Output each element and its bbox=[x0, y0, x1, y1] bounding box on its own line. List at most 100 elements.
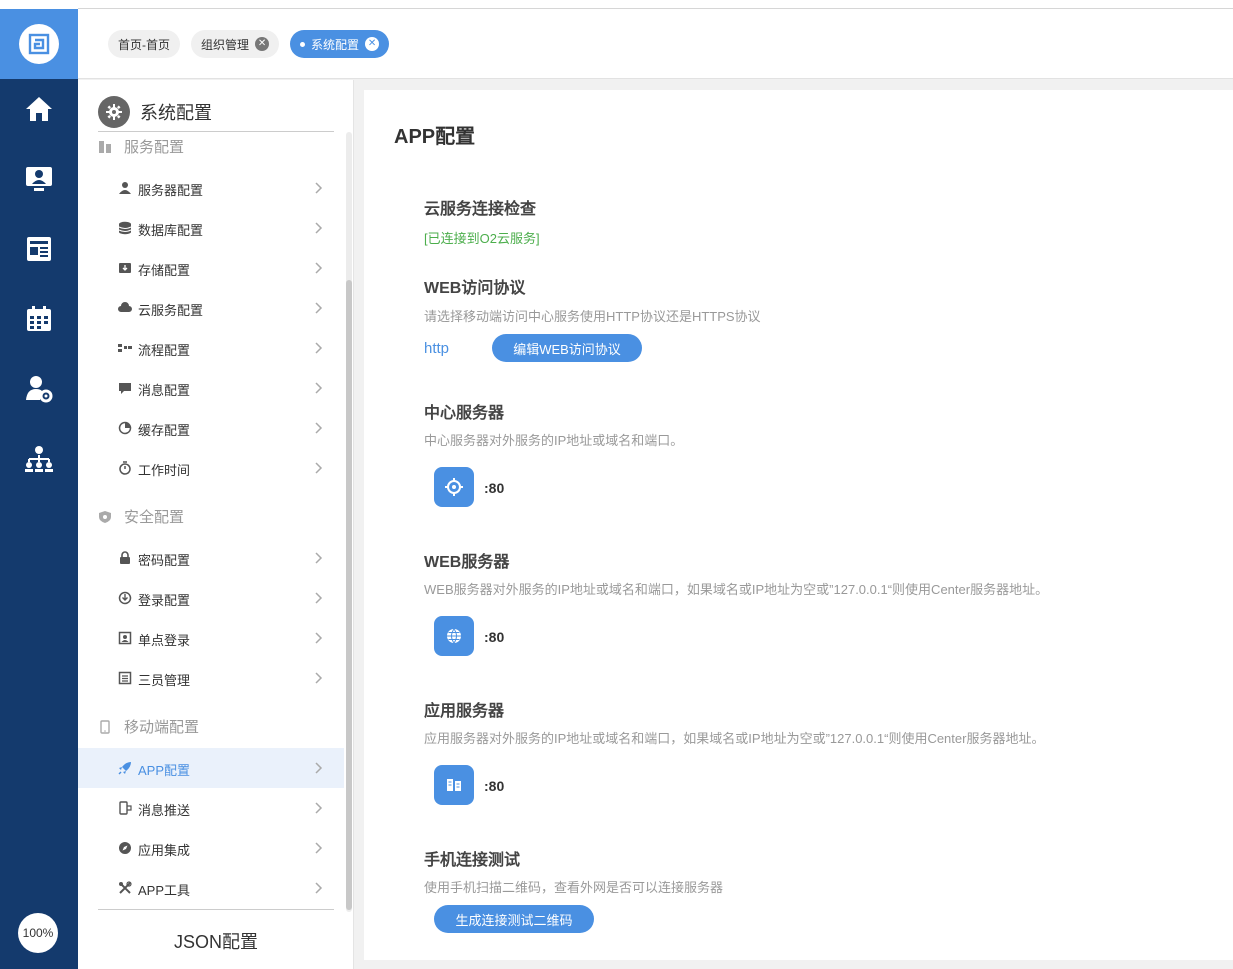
login-icon bbox=[118, 591, 132, 605]
sidebar-item-login-config[interactable]: 登录配置 bbox=[78, 578, 344, 618]
list-icon bbox=[118, 671, 132, 685]
page-title: APP配置 bbox=[394, 126, 476, 148]
close-icon[interactable]: ✕ bbox=[365, 37, 380, 51]
server-icon[interactable] bbox=[434, 765, 474, 805]
app-logo-icon bbox=[19, 24, 59, 64]
chevron-right-icon bbox=[315, 672, 323, 684]
sidebar-item-app-integration[interactable]: 应用集成 bbox=[78, 828, 344, 868]
web-protocol-value: http bbox=[424, 340, 450, 357]
json-config-link[interactable]: JSON配置 bbox=[78, 928, 354, 954]
monitor-user-icon[interactable] bbox=[19, 159, 59, 199]
chevron-right-icon bbox=[315, 552, 323, 564]
tab-label: 首页-首页 bbox=[118, 37, 170, 52]
cloud-check-title: 云服务连接检查 bbox=[424, 201, 537, 218]
chevron-right-icon bbox=[315, 302, 323, 314]
tab-org-management[interactable]: 组织管理 ✕ bbox=[191, 30, 280, 58]
sidebar-title: 系统配置 bbox=[140, 103, 212, 123]
compass-icon bbox=[118, 841, 132, 855]
app-server-desc: 应用服务器对外服务的IP地址或域名和端口，如果域名或IP地址为空或”127.0.… bbox=[424, 731, 1045, 746]
globe-icon[interactable] bbox=[434, 616, 474, 656]
chevron-right-icon bbox=[315, 842, 323, 854]
sidebar-item-server-config[interactable]: 服务器配置 bbox=[78, 168, 344, 208]
web-server-desc: WEB服务器对外服务的IP地址或域名和端口，如果域名或IP地址为空或”127.0… bbox=[424, 582, 1049, 597]
mobile-test-title: 手机连接测试 bbox=[424, 852, 521, 869]
web-server-port: :80 bbox=[484, 629, 505, 645]
storage-icon bbox=[118, 261, 132, 275]
chevron-right-icon bbox=[315, 182, 323, 194]
sidebar-item-sso[interactable]: 单点登录 bbox=[78, 618, 344, 658]
timer-icon bbox=[118, 461, 132, 475]
org-chart-icon[interactable] bbox=[19, 439, 59, 479]
left-rail bbox=[0, 0, 78, 969]
news-icon[interactable] bbox=[19, 229, 59, 269]
app-server-title: 应用服务器 bbox=[424, 703, 505, 720]
sidebar-item-storage-config[interactable]: 存储配置 bbox=[78, 248, 344, 288]
cloud-icon bbox=[118, 301, 132, 315]
tab-label: 组织管理 bbox=[201, 37, 250, 52]
chevron-right-icon bbox=[315, 592, 323, 604]
divider bbox=[98, 131, 334, 132]
chevron-right-icon bbox=[315, 262, 323, 274]
mobile-test-desc: 使用手机扫描二维码，查看外网是否可以连接服务器 bbox=[424, 880, 724, 895]
rail-logo-area[interactable] bbox=[0, 9, 78, 79]
sidebar-item-cloud-config[interactable]: 云服务配置 bbox=[78, 288, 344, 328]
chevron-right-icon bbox=[315, 222, 323, 234]
tab-label: 系统配置 bbox=[311, 37, 360, 52]
chevron-right-icon bbox=[315, 802, 323, 814]
tab-home[interactable]: 首页-首页 bbox=[108, 30, 180, 58]
sidebar-item-app-tools[interactable]: APP工具 bbox=[78, 868, 344, 908]
gear-icon bbox=[98, 96, 130, 128]
web-protocol-title: WEB访问协议 bbox=[424, 280, 526, 297]
edit-web-protocol-button[interactable]: 编辑WEB访问协议 bbox=[492, 334, 642, 362]
group-mobile-config: 移动端配置 bbox=[98, 716, 199, 737]
chevron-right-icon bbox=[315, 762, 323, 774]
web-server-title: WEB服务器 bbox=[424, 554, 510, 571]
chevron-right-icon bbox=[315, 882, 323, 894]
sidebar-item-app-config[interactable]: APP配置 bbox=[78, 748, 344, 788]
chevron-right-icon bbox=[315, 632, 323, 644]
pie-icon bbox=[118, 421, 132, 435]
group-service-config: 服务配置 bbox=[98, 136, 184, 157]
close-icon[interactable]: ✕ bbox=[255, 37, 270, 51]
sidebar-item-message-config[interactable]: 消息配置 bbox=[78, 368, 344, 408]
zoom-level-button[interactable]: 100% bbox=[18, 913, 58, 953]
center-server-title: 中心服务器 bbox=[424, 405, 505, 422]
web-protocol-desc: 请选择移动端访问中心服务使用HTTP协议还是HTTPS协议 bbox=[424, 309, 761, 324]
group-security-config: 安全配置 bbox=[98, 506, 184, 527]
scrollbar-thumb[interactable] bbox=[346, 280, 352, 910]
shield-icon bbox=[98, 510, 112, 524]
chevron-right-icon bbox=[315, 422, 323, 434]
phone-push-icon bbox=[118, 801, 132, 815]
sidebar-header: 系统配置 bbox=[98, 96, 212, 128]
server-user-icon bbox=[118, 181, 132, 195]
server-rack-icon bbox=[98, 140, 112, 154]
generate-qrcode-button[interactable]: 生成连接测试二维码 bbox=[434, 905, 594, 933]
sidebar-item-flow-config[interactable]: 流程配置 bbox=[78, 328, 344, 368]
sidebar-item-three-admin[interactable]: 三员管理 bbox=[78, 658, 344, 698]
calendar-icon[interactable] bbox=[19, 299, 59, 339]
database-icon bbox=[118, 221, 132, 235]
rocket-icon bbox=[118, 761, 132, 775]
window-top-strip bbox=[78, 0, 1233, 9]
tools-icon bbox=[118, 881, 132, 895]
tab-system-config[interactable]: 系统配置 ✕ bbox=[290, 30, 390, 58]
chevron-right-icon bbox=[315, 462, 323, 474]
sidebar-item-message-push[interactable]: 消息推送 bbox=[78, 788, 344, 828]
center-server-port: :80 bbox=[484, 480, 505, 496]
divider bbox=[98, 909, 334, 910]
mobile-icon bbox=[98, 719, 112, 734]
app-server-port: :80 bbox=[484, 778, 505, 794]
app-config-panel: APP配置 云服务连接检查 [已连接到O2云服务] WEB访问协议 请选择移动端… bbox=[364, 90, 1233, 960]
flow-icon bbox=[118, 341, 132, 355]
sidebar-item-cache-config[interactable]: 缓存配置 bbox=[78, 408, 344, 448]
config-sidebar: 系统配置 服务配置 服务器配置 数据库配置 存储配置 云服务配置 流程配置 消息… bbox=[78, 80, 354, 969]
lock-icon bbox=[118, 551, 132, 565]
sidebar-item-database-config[interactable]: 数据库配置 bbox=[78, 208, 344, 248]
home-icon[interactable] bbox=[19, 89, 59, 129]
crosshair-icon[interactable] bbox=[434, 467, 474, 507]
message-icon bbox=[118, 381, 132, 395]
sidebar-item-work-time[interactable]: 工作时间 bbox=[78, 448, 344, 488]
sidebar-item-password-config[interactable]: 密码配置 bbox=[78, 538, 344, 578]
user-gear-icon[interactable] bbox=[19, 369, 59, 409]
center-server-desc: 中心服务器对外服务的IP地址或域名和端口。 bbox=[424, 433, 684, 448]
